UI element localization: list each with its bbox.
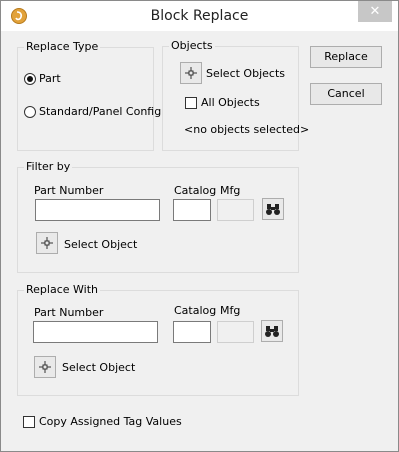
title-bar: Block Replace ✕ (1, 1, 398, 31)
filter-by-label: Filter by (24, 160, 73, 173)
all-objects-label[interactable]: All Objects (201, 96, 260, 109)
replace-with-group: Replace With Part Number Catalog Mfg Sel… (17, 283, 299, 396)
part-radio[interactable] (24, 73, 36, 85)
replace-select-object-button[interactable] (34, 356, 56, 378)
cancel-button[interactable]: Cancel (310, 83, 382, 105)
filter-select-object-label[interactable]: Select Object (64, 238, 137, 251)
crosshair-icon (39, 361, 51, 373)
replace-button[interactable]: Replace (310, 46, 382, 68)
filter-select-object-button[interactable] (36, 232, 58, 254)
objects-label: Objects (169, 39, 215, 52)
select-objects-label[interactable]: Select Objects (206, 67, 285, 80)
replace-mfg-label: Mfg (220, 304, 241, 317)
binoculars-icon (266, 204, 280, 215)
close-button[interactable]: ✕ (358, 1, 392, 22)
crosshair-icon (185, 67, 197, 79)
replace-mfg-input (217, 321, 254, 343)
binoculars-icon (265, 326, 279, 337)
replace-type-label: Replace Type (24, 40, 101, 53)
select-objects-button[interactable] (180, 62, 202, 84)
standard-panel-config-radio[interactable] (24, 106, 36, 118)
filter-mfg-input (217, 199, 254, 221)
part-radio-label[interactable]: Part (39, 72, 61, 85)
block-replace-dialog: Block Replace ✕ Replace Type Part Standa… (0, 0, 399, 452)
standard-panel-config-label[interactable]: Standard/Panel Config (39, 105, 161, 118)
copy-tag-values-checkbox[interactable] (23, 416, 35, 428)
replace-part-number-label: Part Number (34, 306, 104, 319)
filter-catalog-label: Catalog (174, 184, 217, 197)
objects-status-text: <no objects selected> (184, 123, 310, 136)
filter-part-number-input[interactable] (35, 199, 160, 221)
copy-tag-values-label[interactable]: Copy Assigned Tag Values (39, 415, 182, 428)
filter-by-group: Filter by Part Number Catalog Mfg Select… (17, 160, 299, 273)
objects-group: Objects Select Objects All Objects <no o… (162, 39, 309, 151)
replace-with-label: Replace With (24, 283, 100, 296)
replace-type-group: Replace Type Part Standard/Panel Config (17, 40, 161, 151)
filter-catalog-input[interactable] (173, 199, 211, 221)
filter-mfg-label: Mfg (220, 184, 241, 197)
replace-catalog-input[interactable] (173, 321, 211, 343)
replace-part-number-input[interactable] (33, 321, 158, 343)
replace-browse-button[interactable] (261, 320, 283, 342)
replace-select-object-label[interactable]: Select Object (62, 361, 135, 374)
all-objects-checkbox[interactable] (185, 97, 197, 109)
filter-part-number-label: Part Number (34, 184, 104, 197)
window-title: Block Replace (150, 8, 249, 24)
replace-catalog-label: Catalog (174, 304, 217, 317)
crosshair-icon (41, 237, 53, 249)
filter-browse-button[interactable] (262, 198, 284, 220)
